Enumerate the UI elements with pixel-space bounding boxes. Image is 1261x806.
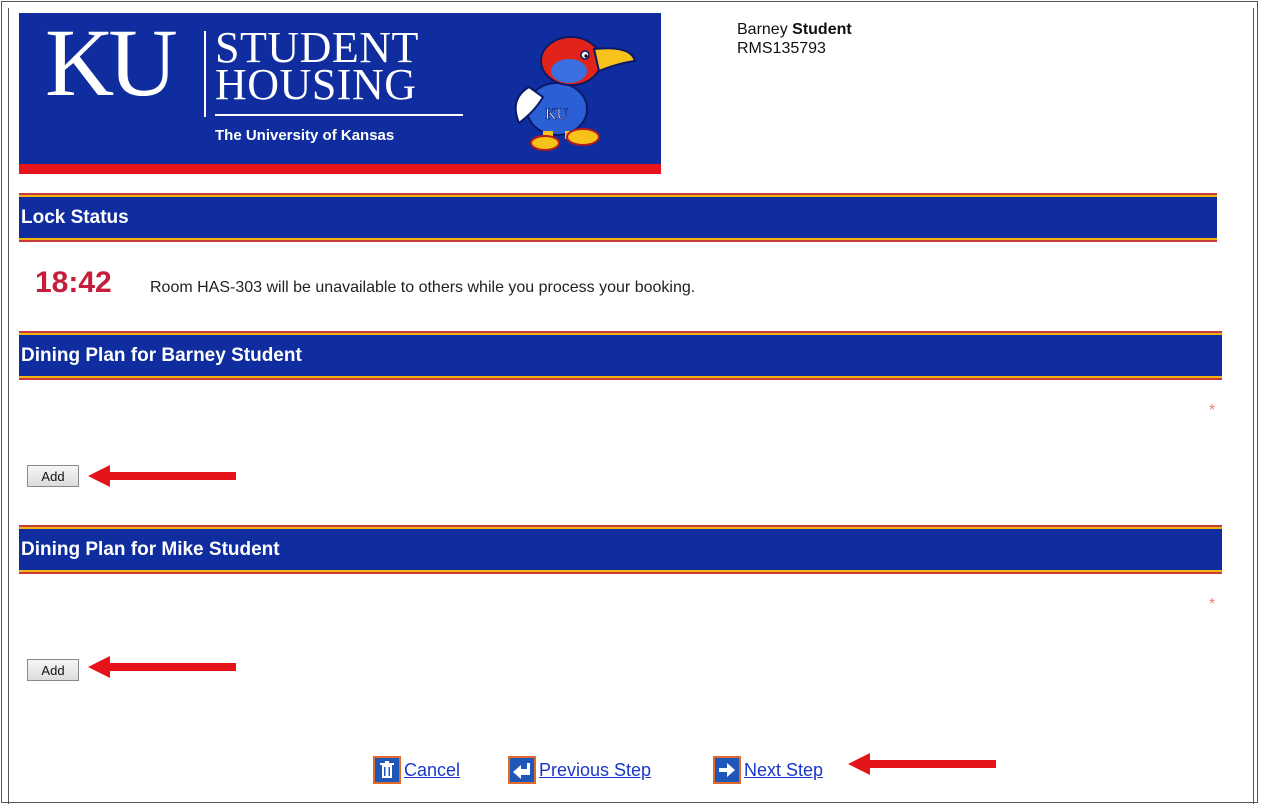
previous-step-link[interactable]: Previous Step bbox=[539, 760, 651, 781]
add-dining-plan-button-mike[interactable]: Add bbox=[27, 659, 79, 681]
user-first-name: Barney bbox=[737, 21, 788, 38]
banner-red-stripe bbox=[19, 164, 661, 174]
user-last-name: Student bbox=[792, 21, 852, 38]
student-housing-wordmark: STUDENT HOUSING bbox=[215, 26, 419, 109]
mascot-ku-text: KU bbox=[545, 106, 569, 123]
lock-status-header: Lock Status bbox=[19, 193, 1217, 244]
user-name: Barney Student bbox=[737, 20, 852, 39]
ku-logo-letters: KU bbox=[45, 13, 178, 116]
annotation-arrow-icon bbox=[88, 465, 236, 487]
next-step-action[interactable]: Next Step bbox=[713, 756, 823, 784]
annotation-arrow-icon bbox=[848, 753, 996, 775]
jayhawk-mascot-icon: KU bbox=[514, 36, 637, 151]
previous-step-action[interactable]: Previous Step bbox=[508, 756, 651, 784]
dining-plan-title-mike: Dining Plan for Mike Student bbox=[19, 529, 1222, 570]
dining-plan-title-barney: Dining Plan for Barney Student bbox=[19, 335, 1222, 376]
next-step-link[interactable]: Next Step bbox=[744, 760, 823, 781]
cancel-action[interactable]: Cancel bbox=[373, 756, 460, 784]
logo-divider bbox=[204, 31, 206, 117]
annotation-arrow-icon bbox=[88, 656, 236, 678]
university-name: The University of Kansas bbox=[215, 127, 395, 144]
trash-icon[interactable] bbox=[373, 756, 401, 784]
lock-status-title: Lock Status bbox=[19, 197, 1217, 238]
cancel-link[interactable]: Cancel bbox=[404, 760, 460, 781]
user-id: RMS135793 bbox=[737, 40, 826, 57]
required-marker: * bbox=[1209, 596, 1216, 613]
wordmark-line-2: HOUSING bbox=[215, 60, 417, 109]
required-marker: * bbox=[1209, 402, 1216, 419]
dining-plan-header-barney: Dining Plan for Barney Student bbox=[19, 331, 1222, 382]
add-dining-plan-button-barney[interactable]: Add bbox=[27, 465, 79, 487]
user-info: Barney Student RMS135793 bbox=[737, 20, 852, 58]
lock-message: Room HAS-303 will be unavailable to othe… bbox=[150, 279, 696, 296]
lock-timer: 18:42 bbox=[35, 266, 112, 299]
arrow-left-icon[interactable] bbox=[508, 756, 536, 784]
wordmark-rule bbox=[215, 114, 463, 116]
arrow-right-icon[interactable] bbox=[713, 756, 741, 784]
ku-student-housing-banner: KU STUDENT HOUSING The University of Kan… bbox=[19, 13, 661, 174]
dining-plan-header-mike: Dining Plan for Mike Student bbox=[19, 525, 1222, 576]
